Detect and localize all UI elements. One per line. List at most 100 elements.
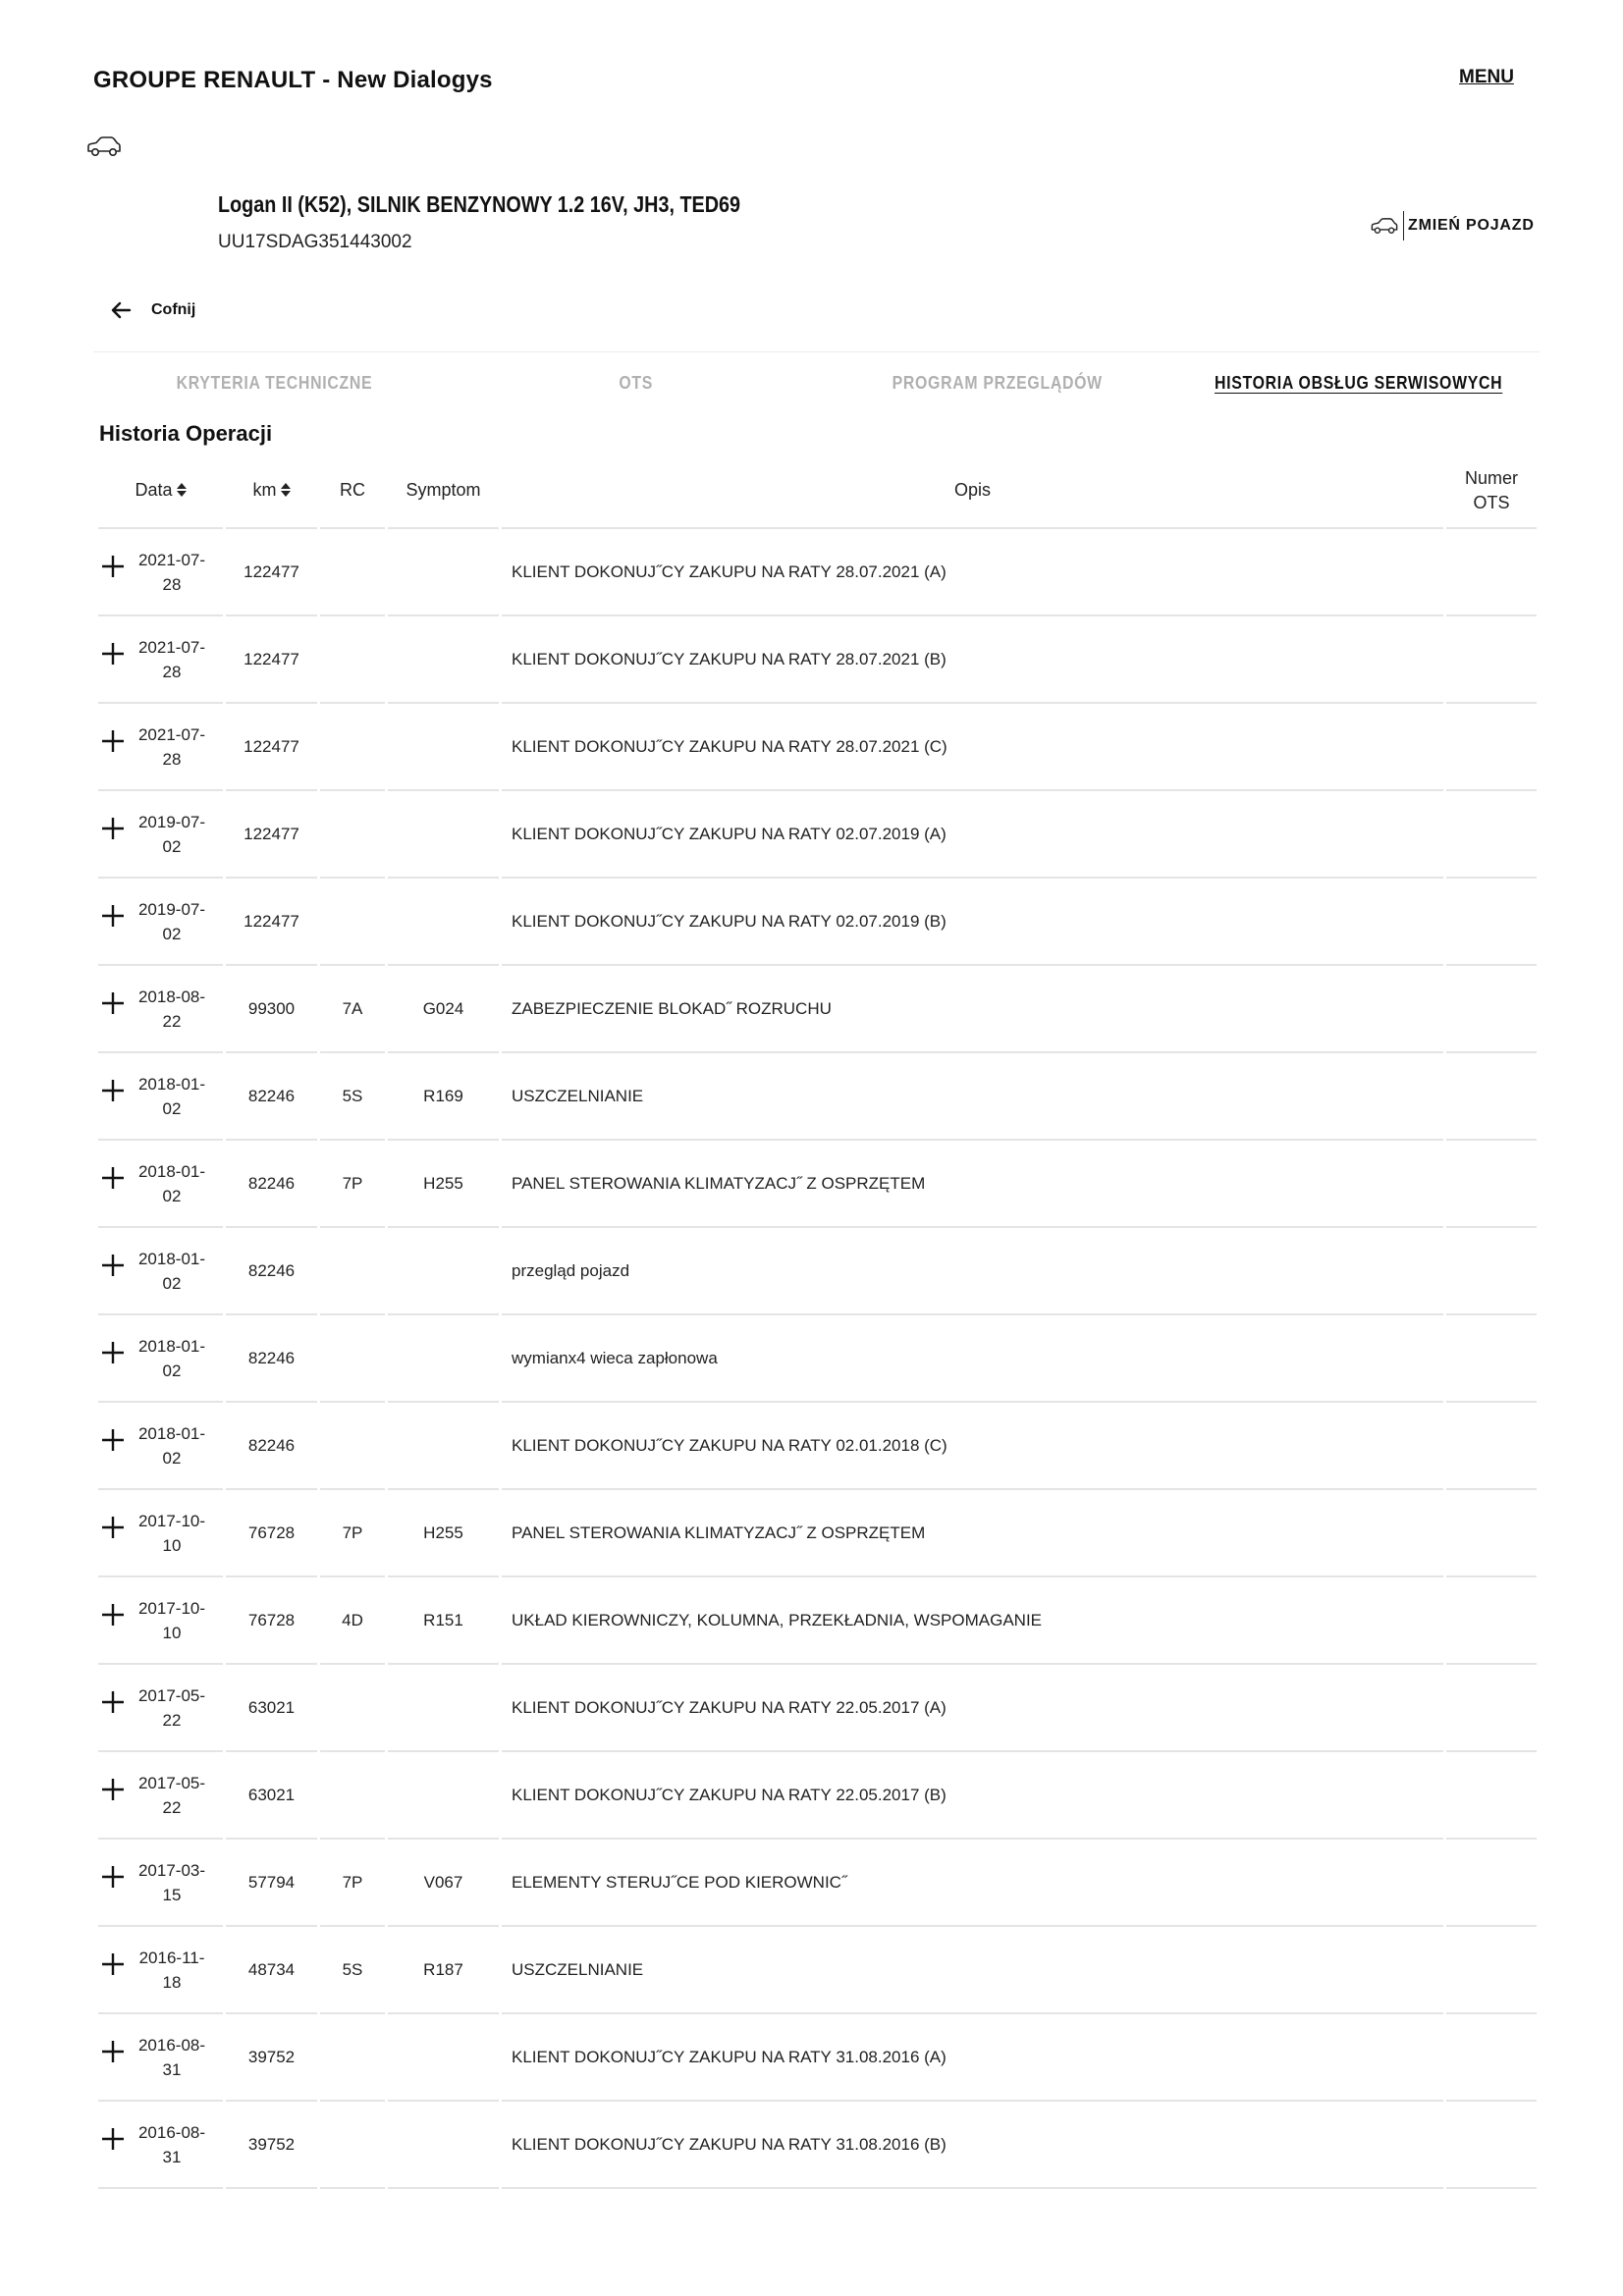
column-header-rc: RC	[320, 454, 385, 529]
plus-icon[interactable]	[101, 642, 125, 666]
tab-program-przegladow[interactable]: PROGRAM PRZEGLĄDÓW	[817, 352, 1178, 414]
tab-historia-obslug[interactable]: HISTORIA OBSŁUG SERWISOWYCH	[1178, 352, 1540, 414]
tab-ots[interactable]: OTS	[455, 352, 816, 414]
row-date: 2017-05-22	[137, 1773, 206, 1817]
row-km: 39752	[226, 2014, 317, 2102]
row-rc	[320, 1315, 385, 1403]
date-cell: 2021-07-28	[98, 704, 223, 791]
table-row: 2016-08-31 39752 KLIENT DOKONUJ˝CY ZAKUPU …	[98, 2014, 1537, 2102]
row-opis: KLIENT DOKONUJ˝CY ZAKUPU NA RATY 28.07.2…	[502, 704, 1443, 791]
row-ots	[1446, 1577, 1537, 1665]
column-header-symptom: Symptom	[388, 454, 499, 529]
row-ots	[1446, 1053, 1537, 1141]
plus-icon[interactable]	[101, 1079, 125, 1102]
row-km: 99300	[226, 966, 317, 1053]
menu-link[interactable]: MENU	[1459, 67, 1514, 88]
plus-icon[interactable]	[101, 1952, 125, 1976]
column-header-ots: Numer OTS	[1446, 454, 1537, 529]
row-date: 2021-07-28	[137, 724, 206, 769]
table-row: 2018-01-02 82246 KLIENT DOKONUJ˝CY ZAKUPU …	[98, 1403, 1537, 1490]
row-date: 2016-08-31	[137, 2035, 206, 2079]
row-ots	[1446, 879, 1537, 966]
plus-icon[interactable]	[101, 555, 125, 578]
row-symptom: R169	[388, 1053, 499, 1141]
plus-icon[interactable]	[101, 2040, 125, 2063]
column-header-opis: Opis	[502, 454, 1443, 529]
table-row: 2021-07-28 122477 KLIENT DOKONUJ˝CY ZAKUPU…	[98, 529, 1537, 616]
row-rc	[320, 1403, 385, 1490]
row-ots	[1446, 1665, 1537, 1752]
row-date: 2019-07-02	[137, 899, 206, 943]
row-km: 82246	[226, 1228, 317, 1315]
tab-kryteria-techniczne[interactable]: KRYTERIA TECHNICZNE	[93, 352, 455, 414]
row-date: 2016-11-18	[138, 1948, 205, 1992]
plus-icon[interactable]	[101, 1166, 125, 1190]
plus-icon[interactable]	[101, 991, 125, 1015]
back-button[interactable]: Cofnij	[110, 300, 195, 320]
row-ots	[1446, 1315, 1537, 1403]
column-header-date[interactable]: Data	[98, 454, 223, 529]
row-opis: ELEMENTY STERUJ˝CE POD KIEROWNIC˝	[502, 1840, 1443, 1927]
row-opis: KLIENT DOKONUJ˝CY ZAKUPU NA RATY 02.07.2…	[502, 791, 1443, 879]
row-ots	[1446, 704, 1537, 791]
row-symptom	[388, 2014, 499, 2102]
row-symptom	[388, 616, 499, 704]
plus-icon[interactable]	[101, 1341, 125, 1364]
plus-icon[interactable]	[101, 2127, 125, 2151]
change-vehicle-button[interactable]: ZMIEŃ POJAZD	[1370, 211, 1535, 240]
row-opis: PANEL STEROWANIA KLIMATYZACJ˝ Z OSPRZĘTE…	[502, 1490, 1443, 1577]
table-row: 2018-01-02 82246 7P H255 PANEL STEROWANIA KL…	[98, 1141, 1537, 1228]
row-opis: PANEL STEROWANIA KLIMATYZACJ˝ Z OSPRZĘTE…	[502, 1141, 1443, 1228]
table-header-row: Data km RC Symptom Opis Numer OTS	[98, 454, 1537, 529]
row-opis: KLIENT DOKONUJ˝CY ZAKUPU NA RATY 02.07.2…	[502, 879, 1443, 966]
row-ots	[1446, 791, 1537, 879]
plus-icon[interactable]	[101, 1428, 125, 1452]
row-rc: 7P	[320, 1490, 385, 1577]
row-rc: 5S	[320, 1053, 385, 1141]
row-symptom: R151	[388, 1577, 499, 1665]
plus-icon[interactable]	[101, 1778, 125, 1801]
table-row: 2017-05-22 63021 KLIENT DOKONUJ˝CY ZAKUPU …	[98, 1665, 1537, 1752]
row-date: 2021-07-28	[137, 637, 206, 681]
row-km: 39752	[226, 2102, 317, 2189]
row-ots	[1446, 529, 1537, 616]
plus-icon[interactable]	[101, 904, 125, 928]
row-rc: 7A	[320, 966, 385, 1053]
row-ots	[1446, 966, 1537, 1053]
row-date: 2017-10-10	[137, 1511, 206, 1555]
date-cell: 2017-10-10	[98, 1577, 223, 1665]
row-date: 2018-01-02	[137, 1161, 206, 1205]
row-rc	[320, 1665, 385, 1752]
row-rc	[320, 704, 385, 791]
date-cell: 2021-07-28	[98, 529, 223, 616]
row-km: 76728	[226, 1490, 317, 1577]
tab-bar: KRYTERIA TECHNICZNE OTS PROGRAM PRZEGLĄD…	[93, 351, 1540, 414]
plus-icon[interactable]	[101, 1516, 125, 1539]
row-date: 2017-03-15	[137, 1860, 206, 1904]
row-symptom	[388, 704, 499, 791]
row-symptom	[388, 529, 499, 616]
plus-icon[interactable]	[101, 1690, 125, 1714]
plus-icon[interactable]	[101, 729, 125, 753]
row-opis: UKŁAD KIEROWNICZY, KOLUMNA, PRZEKŁADNIA,…	[502, 1577, 1443, 1665]
row-rc	[320, 791, 385, 879]
plus-icon[interactable]	[101, 1254, 125, 1277]
section-title: Historia Operacji	[99, 421, 273, 446]
table-row: 2017-03-15 57794 7P V067 ELEMENTY STERUJ˝CE …	[98, 1840, 1537, 1927]
row-rc	[320, 2102, 385, 2189]
row-symptom	[388, 1752, 499, 1840]
plus-icon[interactable]	[101, 1603, 125, 1627]
row-ots	[1446, 1752, 1537, 1840]
date-cell: 2017-03-15	[98, 1840, 223, 1927]
row-ots	[1446, 2102, 1537, 2189]
row-km: 122477	[226, 616, 317, 704]
plus-icon[interactable]	[101, 1865, 125, 1889]
row-ots	[1446, 1490, 1537, 1577]
row-opis: KLIENT DOKONUJ˝CY ZAKUPU NA RATY 02.01.2…	[502, 1403, 1443, 1490]
date-cell: 2017-10-10	[98, 1490, 223, 1577]
column-header-km[interactable]: km	[226, 454, 317, 529]
table-row: 2021-07-28 122477 KLIENT DOKONUJ˝CY ZAKUPU…	[98, 704, 1537, 791]
date-cell: 2019-07-02	[98, 791, 223, 879]
plus-icon[interactable]	[101, 817, 125, 840]
table-row: 2016-11-18 48734 5S R187 USZCZELNIANIE	[98, 1927, 1537, 2014]
